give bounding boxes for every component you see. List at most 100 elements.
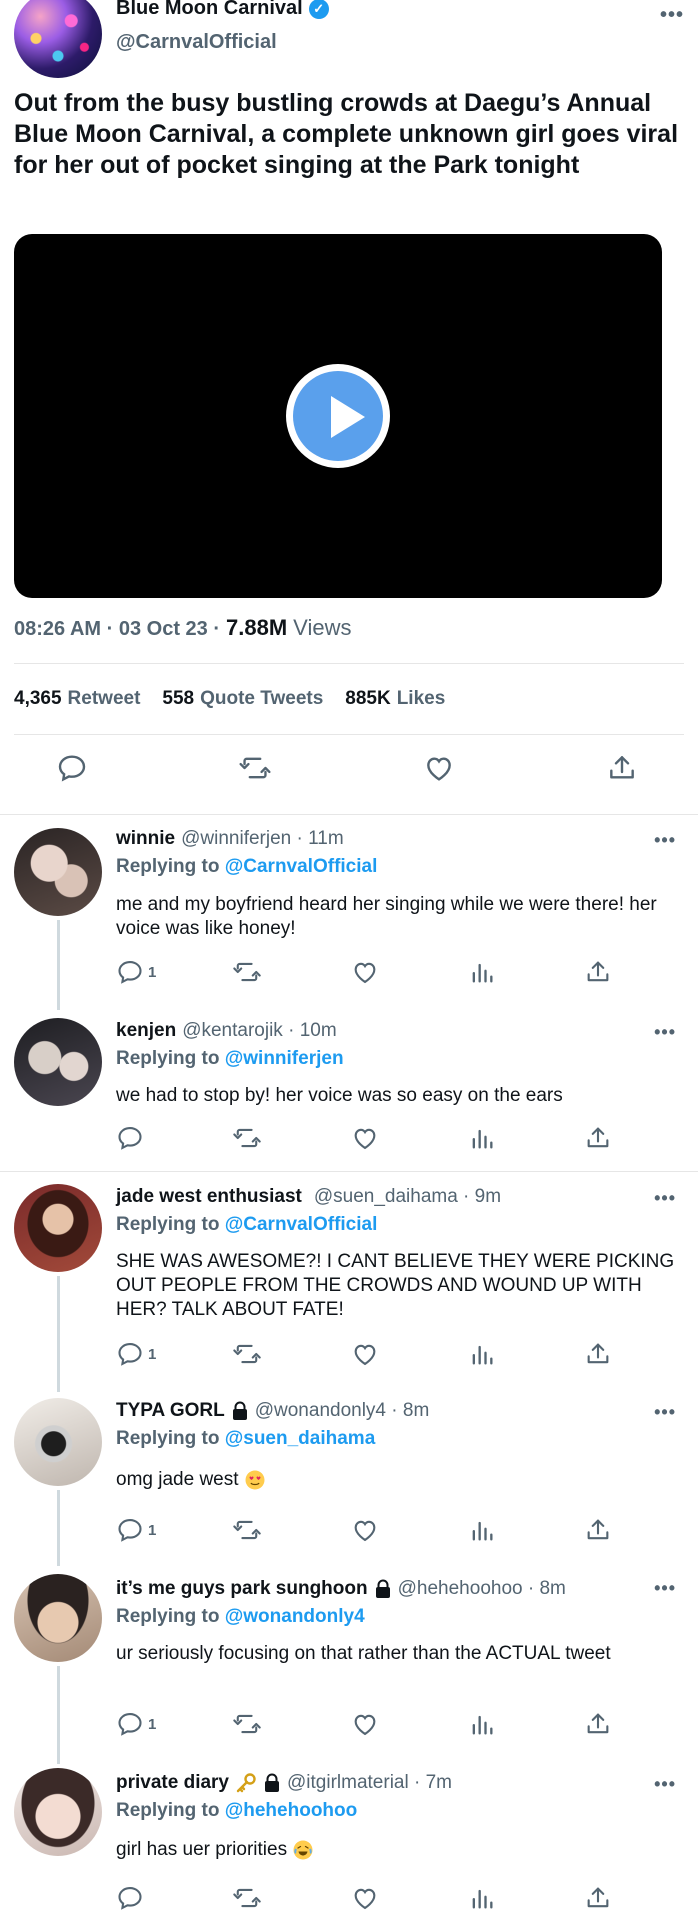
reply-author-name[interactable]: it’s me guys park sunghoon (116, 1578, 368, 1600)
analytics-button[interactable] (468, 1516, 496, 1544)
reply-count: 1 (148, 963, 157, 981)
share-button[interactable] (606, 752, 638, 784)
share-button[interactable] (584, 1340, 612, 1368)
reply-button[interactable]: 1 (116, 1340, 156, 1368)
avatar[interactable] (14, 1768, 102, 1856)
more-options-icon[interactable]: ••• (654, 1402, 676, 1423)
retweet-button[interactable] (232, 1710, 262, 1738)
replying-to-link[interactable]: @wonandonly4 (225, 1606, 365, 1627)
video-player[interactable] (14, 234, 662, 598)
retweets-stat[interactable]: 4,365 Retweet (14, 688, 140, 710)
analytics-button[interactable] (468, 1884, 496, 1912)
reply-author-name[interactable]: private diary (116, 1772, 229, 1794)
more-options-icon[interactable]: ••• (660, 4, 684, 27)
reply-header: private diary @itgirlmaterial · 7m (116, 1772, 452, 1794)
reply-author-name[interactable]: winnie (116, 828, 175, 850)
retweet-button[interactable] (232, 958, 262, 986)
retweet-icon (233, 962, 261, 982)
more-options-icon[interactable]: ••• (654, 830, 676, 851)
reply-author-handle[interactable]: @wonandonly4 · 8m (255, 1400, 430, 1422)
analytics-icon (472, 1889, 493, 1909)
replying-to-link[interactable]: @CarnvalOfficial (225, 856, 378, 877)
avatar[interactable] (14, 828, 102, 916)
retweet-button[interactable] (232, 1516, 262, 1544)
reply-author-name[interactable]: jade west enthusiast (116, 1186, 302, 1208)
play-button[interactable] (286, 364, 390, 468)
more-options-icon[interactable]: ••• (654, 1578, 676, 1599)
reply-author-handle[interactable]: @kentarojik · 10m (182, 1020, 336, 1042)
analytics-button[interactable] (468, 1710, 496, 1738)
reply-actions: 1 (0, 1710, 698, 1746)
reply-button[interactable]: 1 (116, 958, 156, 986)
reply-tweet[interactable]: kenjen @kentarojik · 10m ••• Replying to… (0, 1006, 698, 1172)
analytics-button[interactable] (468, 1124, 496, 1152)
reply-author-name[interactable]: TYPA GORL (116, 1400, 225, 1422)
tweet-stats: 4,365 Retweet 558 Quote Tweets 885K Likes (14, 688, 445, 710)
reply-author-handle[interactable]: @suen_daihama · 9m (314, 1186, 501, 1208)
tweet-timestamp[interactable]: 08:26 AM · 03 Oct 23 · (14, 618, 220, 641)
reply-actions: 1 (0, 1516, 698, 1552)
like-button[interactable] (350, 1884, 380, 1912)
key-emoji-icon (236, 1773, 256, 1793)
reply-author-handle[interactable]: @itgirlmaterial · 7m (287, 1772, 452, 1794)
reply-button[interactable] (56, 752, 88, 784)
analytics-icon (472, 1521, 493, 1541)
quote-tweets-stat[interactable]: 558 Quote Tweets (162, 688, 323, 710)
reply-button[interactable] (116, 1124, 148, 1152)
analytics-button[interactable] (468, 1340, 496, 1368)
analytics-button[interactable] (468, 958, 496, 986)
avatar[interactable] (14, 1574, 102, 1662)
reply-tweet[interactable]: winnie @winniferjen · 11m ••• Replying t… (0, 816, 698, 1010)
replying-to-link[interactable]: @hehehoohoo (225, 1800, 358, 1821)
like-button[interactable] (422, 752, 456, 784)
like-button[interactable] (350, 1710, 380, 1738)
retweet-button[interactable] (238, 752, 272, 784)
share-icon (587, 1713, 609, 1734)
lock-icon (232, 1401, 247, 1420)
author-handle[interactable]: @CarnvalOfficial (116, 31, 277, 54)
reply-header: it’s me guys park sunghoon @hehehoohoo ·… (116, 1578, 566, 1600)
avatar[interactable] (14, 1018, 102, 1106)
reply-author-handle[interactable]: @winniferjen · 11m (181, 828, 344, 850)
reply-author-handle[interactable]: @hehehoohoo · 8m (398, 1578, 566, 1600)
share-button[interactable] (584, 1884, 612, 1912)
like-button[interactable] (350, 1340, 380, 1368)
author-name[interactable]: Blue Moon Carnival (116, 0, 303, 20)
reply-tweet[interactable]: private diary @itgirlmaterial · 7m ••• R… (0, 1760, 698, 1920)
reply-button[interactable]: 1 (116, 1516, 156, 1544)
reply-button[interactable] (116, 1884, 148, 1912)
like-button[interactable] (350, 958, 380, 986)
reply-tweet[interactable]: it’s me guys park sunghoon @hehehoohoo ·… (0, 1564, 698, 1764)
retweet-button[interactable] (232, 1340, 262, 1368)
like-button[interactable] (350, 1516, 380, 1544)
likes-stat[interactable]: 885K Likes (345, 688, 445, 710)
share-button[interactable] (584, 1124, 612, 1152)
retweet-button[interactable] (232, 1124, 262, 1152)
reply-author-name[interactable]: kenjen (116, 1020, 176, 1042)
avatar[interactable] (14, 1398, 102, 1486)
author-name-row[interactable]: Blue Moon Carnival ✓ (116, 0, 329, 20)
reply-tweet[interactable]: jade west enthusiast @suen_daihama · 9m … (0, 1174, 698, 1392)
heart-icon (354, 1714, 376, 1736)
replying-to: Replying to @hehehoohoo (116, 1800, 357, 1822)
avatar[interactable] (14, 0, 102, 78)
retweet-button[interactable] (232, 1884, 262, 1912)
more-options-icon[interactable]: ••• (654, 1022, 676, 1043)
more-options-icon[interactable]: ••• (654, 1188, 676, 1209)
share-button[interactable] (584, 1710, 612, 1738)
like-button[interactable] (350, 1124, 380, 1152)
replying-to-link[interactable]: @suen_daihama (225, 1428, 376, 1449)
replying-to: Replying to @CarnvalOfficial (116, 856, 377, 878)
more-options-icon[interactable]: ••• (654, 1774, 676, 1795)
avatar[interactable] (14, 1184, 102, 1272)
replying-to-link[interactable]: @CarnvalOfficial (225, 1214, 378, 1235)
replying-to-link[interactable]: @winniferjen (225, 1048, 344, 1069)
reply-icon (118, 1127, 142, 1150)
share-button[interactable] (584, 958, 612, 986)
reply-tweet[interactable]: TYPA GORL @wonandonly4 · 8m ••• Replying… (0, 1388, 698, 1566)
views-count: 7.88M (226, 615, 288, 640)
reply-button[interactable]: 1 (116, 1710, 156, 1738)
share-button[interactable] (584, 1516, 612, 1544)
reply-icon (118, 1887, 142, 1910)
reply-icon (118, 1343, 142, 1366)
